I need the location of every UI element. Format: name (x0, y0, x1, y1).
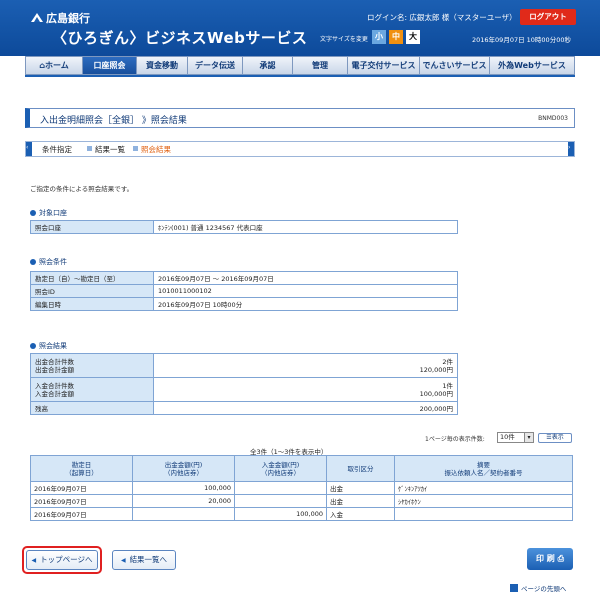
conditions-table: 勘定日（自）～勘定日（至） 2016年09月07日 ～ 2016年09月07日 照… (30, 271, 458, 311)
step-right-cap: › (568, 142, 574, 156)
table-row: 出金合計件数 出金合計金額 2件 120,000円 (30, 353, 458, 378)
nav-approval[interactable]: 承認 (243, 56, 293, 75)
deposit-amount: 100,000円 (419, 389, 453, 398)
page-title: 入出金明細照会［全銀］ 》照会結果 (40, 116, 187, 126)
nav-fund-transfer[interactable]: 資金移動 (137, 56, 188, 75)
print-button[interactable]: 印 刷 ⎙ (527, 548, 573, 570)
target-account-label: 照会口座 (30, 220, 154, 234)
bank-name: 広島銀行 (46, 12, 90, 25)
table-row: 編集日時 2016年09月07日 10時00分 (30, 297, 458, 311)
col-type: 取引区分 (326, 455, 395, 482)
intro-text: ご指定の条件による照会結果です。 (30, 185, 134, 193)
nav-data-transmission[interactable]: データ伝送 (188, 56, 243, 75)
header: 広島銀行 〈ひろぎん〉ビジネスWebサービス ログイン名: 広銀太郎 様（マスタ… (0, 0, 600, 56)
current-datetime: 2016年09月07日 10時00分00秒 (472, 36, 571, 44)
col-deposit: 入金金額(円) （内他店券） (234, 455, 327, 482)
bank-logo: 広島銀行 (30, 10, 90, 26)
deposit-count: 1件 (442, 381, 453, 390)
table-row: 2016年09月07日 100,000 入金 (30, 507, 573, 521)
section-results: 照会結果 (30, 341, 67, 351)
per-page-select[interactable]: 10件 ▾ (497, 432, 534, 443)
chevron-down-icon: ▾ (524, 433, 533, 442)
bullet-icon (30, 343, 36, 349)
table-row: 照会ID 1010011000102 (30, 284, 458, 298)
results-table: 出金合計件数 出金合計金額 2件 120,000円 入金合計件数 入金合計金額 1件 100… (30, 353, 458, 415)
step-left-cap: ‹ (26, 142, 32, 156)
step-condition: 条件指定 (42, 145, 72, 154)
withdraw-count: 2件 (442, 357, 453, 366)
step-arrow-icon (87, 146, 92, 151)
section-target-account: 対象口座 (30, 208, 67, 218)
col-memo: 摘要 振込依頼人名／契約者番号 (394, 455, 573, 482)
logout-button[interactable]: ログアウト (520, 9, 576, 25)
step-inquiry-result: 照会結果 (141, 145, 171, 154)
screen-code: BNMD003 (538, 115, 568, 122)
section-conditions: 照会条件 (30, 257, 67, 267)
transaction-table: 勘定日 （起算日） 出金金額(円) （内他店券） 入金金額(円) （内他店券） 取引区… (30, 455, 573, 521)
table-row: 勘定日（自）～勘定日（至） 2016年09月07日 ～ 2016年09月07日 (30, 271, 458, 285)
table-row: 入金合計件数 入金合計金額 1件 100,000円 (30, 377, 458, 402)
nav-account-inquiry[interactable]: 口座照会 (83, 56, 137, 75)
bullet-icon (30, 210, 36, 216)
page-title-bar: 入出金明細照会［全銀］ 》照会結果 BNMD003 (25, 108, 575, 128)
login-info: ログイン名: 広銀太郎 様（マスターユーザ） (367, 13, 517, 22)
main-nav: ⌂ホーム 口座照会 資金移動 データ伝送 承認 管理 電子交付サービス でんさい… (25, 56, 575, 75)
nav-forex-web[interactable]: 外為Webサービス (490, 56, 575, 75)
target-account-table: 照会口座 ﾎﾝﾃﾝ(001) 普通 1234567 代表口座 (30, 220, 458, 234)
font-size-small-button[interactable]: 小 (372, 30, 386, 44)
show-button[interactable]: ☰表示 (538, 433, 572, 443)
arrow-up-icon (510, 584, 518, 592)
table-row: 2016年09月07日 20,000 出金 ｼﾔｶｲﾎｹﾝ (30, 494, 573, 508)
font-size-large-button[interactable]: 大 (406, 30, 420, 44)
withdraw-amount: 120,000円 (419, 365, 453, 374)
col-date: 勘定日 （起算日） (30, 455, 133, 482)
bullet-icon (30, 259, 36, 265)
top-page-button[interactable]: ◀ トップページへ (26, 550, 98, 570)
target-account-value: ﾎﾝﾃﾝ(001) 普通 1234567 代表口座 (153, 220, 458, 234)
chevron-left-icon: ‹ (26, 144, 29, 151)
table-row: 2016年09月07日 100,000 出金 ｹﾞﾝｷﾝｱﾂｶｲ (30, 481, 573, 495)
table-row: 残高 200,000円 (30, 401, 458, 415)
col-withdraw: 出金金額(円) （内他店券） (132, 455, 235, 482)
service-name: 〈ひろぎん〉ビジネスWebサービス (52, 29, 308, 47)
step-result-list: 結果一覧 (95, 145, 125, 154)
nav-underline (25, 75, 575, 77)
result-list-button[interactable]: ◀ 結果一覧へ (112, 550, 176, 570)
balance-value: 200,000円 (153, 401, 458, 415)
nav-electronic-delivery[interactable]: 電子交付サービス (348, 56, 420, 75)
nav-management[interactable]: 管理 (293, 56, 348, 75)
nav-home[interactable]: ⌂ホーム (25, 56, 83, 75)
arrow-left-icon: ◀ (31, 557, 37, 564)
printer-icon: ⎙ (557, 554, 564, 563)
nav-densai[interactable]: でんさいサービス (420, 56, 490, 75)
per-page-label: 1ページ毎の表示件数: (425, 436, 485, 443)
step-arrow-icon (133, 146, 138, 151)
page-top-link[interactable]: ページの先頭へ (510, 583, 566, 593)
arrow-left-icon: ◀ (120, 557, 126, 564)
bank-logo-icon (31, 13, 43, 22)
font-size-label: 文字サイズを変更 (320, 36, 368, 43)
chevron-right-icon: › (568, 144, 571, 151)
step-indicator: ‹ 条件指定 結果一覧 照会結果 › (25, 141, 575, 157)
font-size-medium-button[interactable]: 中 (389, 30, 403, 44)
